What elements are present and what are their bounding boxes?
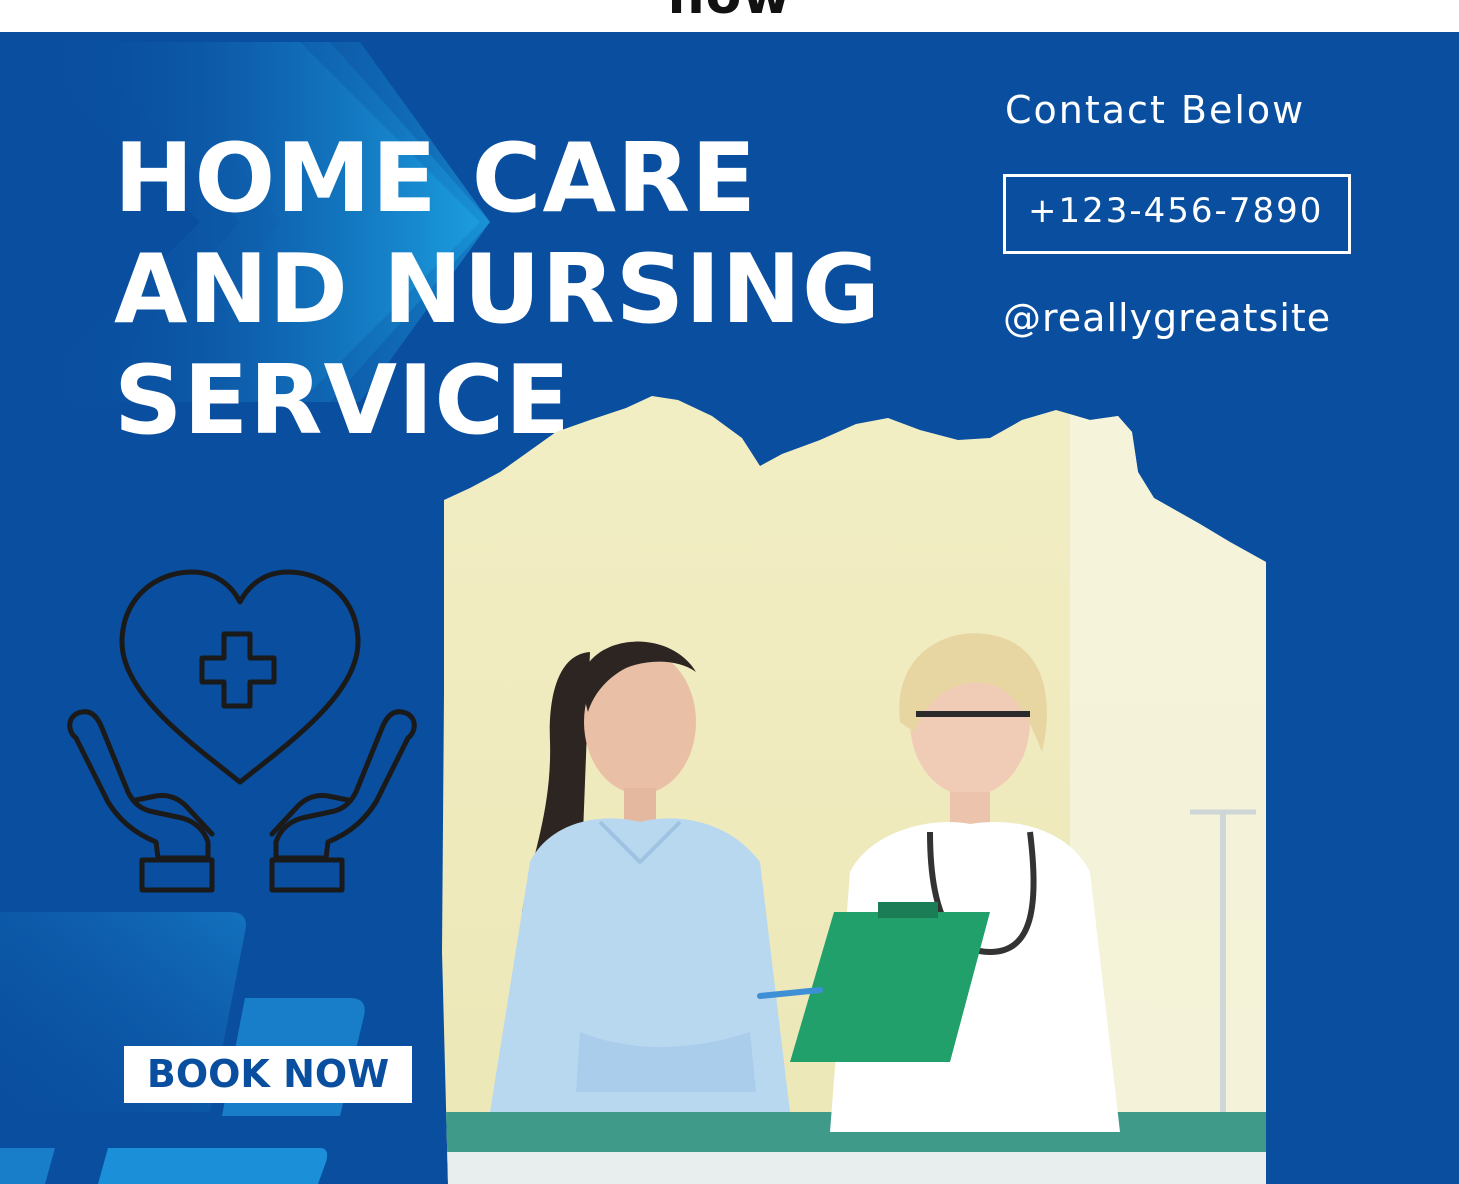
headline-line-2: AND NURSING (114, 235, 882, 345)
phone-box[interactable]: +123-456-7890 (1003, 174, 1351, 254)
top-strip: now (0, 0, 1459, 32)
poster: HOME CARE AND NURSING SERVICE Contact Be… (0, 32, 1459, 1184)
top-strip-text: now (0, 0, 1459, 26)
heart-cross-hands-icon (67, 569, 417, 893)
phone-number[interactable]: +123-456-7890 (1028, 191, 1323, 231)
contact-heading: Contact Below (1005, 88, 1306, 132)
website-handle[interactable]: @reallygreatsite (1003, 296, 1331, 340)
nurse-patient-photo (442, 396, 1266, 1184)
headline-line-1: HOME CARE (114, 124, 758, 234)
book-now-button[interactable]: BOOK NOW (124, 1046, 412, 1103)
